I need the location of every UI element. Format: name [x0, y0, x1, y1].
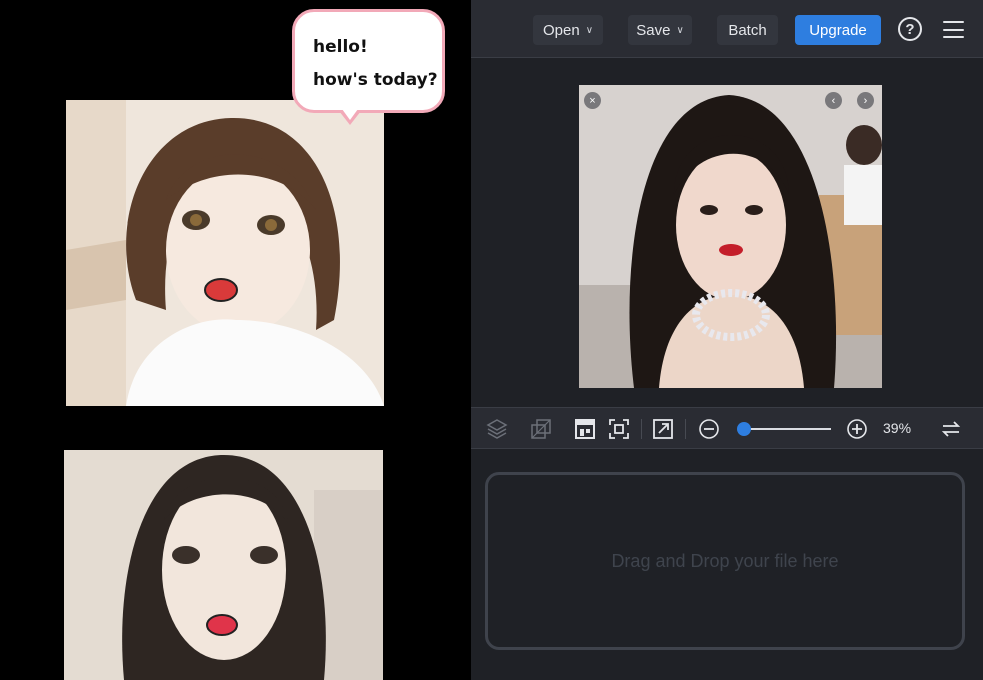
hamburger-menu-icon[interactable]	[943, 21, 964, 38]
layers-icon[interactable]	[485, 417, 509, 441]
cartoon-image-1	[66, 100, 384, 406]
help-icon[interactable]: ?	[898, 17, 922, 41]
file-dropzone[interactable]: Drag and Drop your file here	[485, 472, 965, 650]
screen: hello! how's today? Open ∨ Save ∨ Batch …	[0, 0, 983, 680]
close-icon[interactable]: ×	[584, 92, 601, 109]
open-button[interactable]: Open ∨	[533, 15, 603, 45]
toolbar-divider	[641, 419, 642, 439]
layout-icon[interactable]	[573, 417, 597, 441]
source-photo-preview: × ‹ ›	[579, 85, 882, 388]
zoom-out-icon[interactable]	[697, 417, 721, 441]
upgrade-button[interactable]: Upgrade	[795, 15, 881, 45]
swap-icon[interactable]	[939, 417, 963, 441]
dropzone-text: Drag and Drop your file here	[611, 550, 839, 571]
batch-label: Batch	[728, 21, 767, 39]
zoom-level: 39%	[883, 420, 912, 436]
cartoon-image-2	[64, 450, 383, 680]
chevron-down-icon: ∨	[676, 24, 684, 36]
top-toolbar: Open ∨ Save ∨ Batch Upgrade ?	[471, 0, 983, 58]
fit-screen-icon[interactable]	[607, 417, 631, 441]
save-button[interactable]: Save ∨	[628, 15, 692, 45]
open-external-icon[interactable]	[651, 417, 675, 441]
chevron-right-icon[interactable]: ›	[857, 92, 874, 109]
open-label: Open	[542, 21, 580, 39]
zoom-in-icon[interactable]	[845, 417, 869, 441]
editor-panel: Open ∨ Save ∨ Batch Upgrade ? × ‹ › 39% …	[471, 0, 983, 680]
result-canvas: hello! how's today?	[0, 0, 471, 680]
batch-button[interactable]: Batch	[717, 15, 778, 45]
chevron-down-icon: ∨	[585, 24, 594, 36]
zoom-slider-handle[interactable]	[736, 422, 751, 436]
save-label: Save	[636, 21, 671, 39]
bubble-line-1: hello!	[313, 37, 368, 57]
view-toolbar: 39%	[471, 407, 983, 449]
toolbar-divider	[685, 419, 686, 439]
zoom-slider-track[interactable]	[739, 428, 831, 430]
compare-icon[interactable]	[529, 417, 553, 441]
upgrade-label: Upgrade	[809, 21, 867, 39]
speech-bubble: hello! how's today?	[292, 9, 445, 125]
bubble-line-2: how's today?	[313, 70, 438, 90]
chevron-left-icon[interactable]: ‹	[825, 92, 842, 109]
